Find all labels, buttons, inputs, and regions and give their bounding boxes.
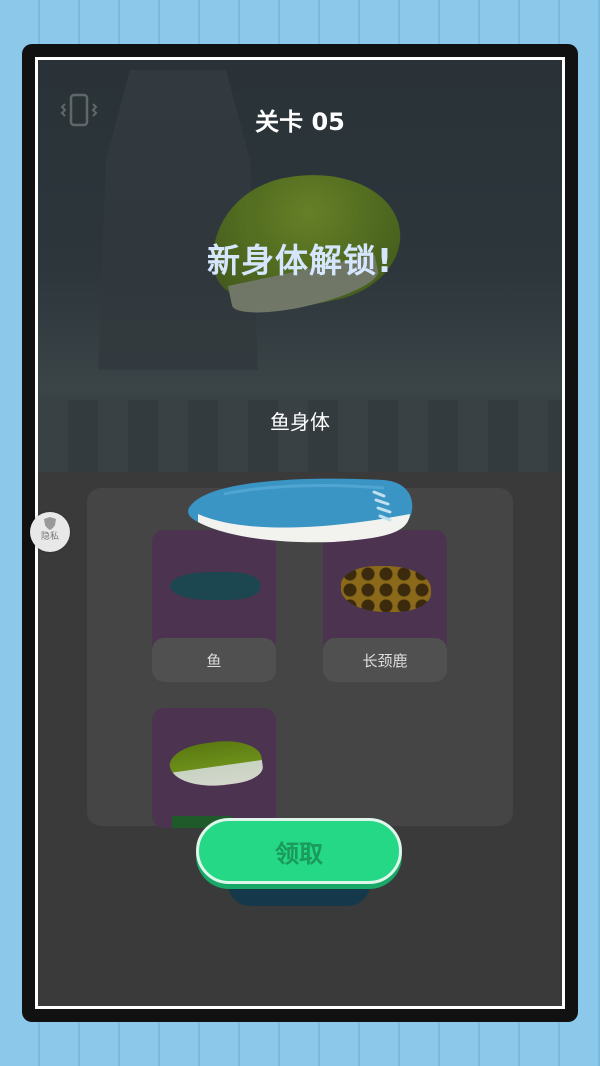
card-giraffe[interactable]: 长颈鹿 [323,530,447,682]
privacy-button[interactable]: 隐私 [30,512,70,552]
level-title: 关卡 05 [255,108,345,136]
shield-icon [44,517,56,530]
card-fish[interactable]: 鱼 [152,530,276,682]
card-label: 长颈鹿 [323,638,447,682]
fish-body-icon [170,572,260,600]
claim-button[interactable]: 领取 [196,818,402,884]
card-green-body[interactable] [152,708,276,828]
unlock-title: 新身体解锁! [206,241,394,280]
privacy-label: 隐私 [40,532,59,542]
green-body-icon [167,735,265,793]
fish-body-model [188,478,413,543]
part-name: 鱼身体 [270,410,330,434]
giraffe-body-icon [341,566,431,612]
card-label: 鱼 [152,638,276,682]
